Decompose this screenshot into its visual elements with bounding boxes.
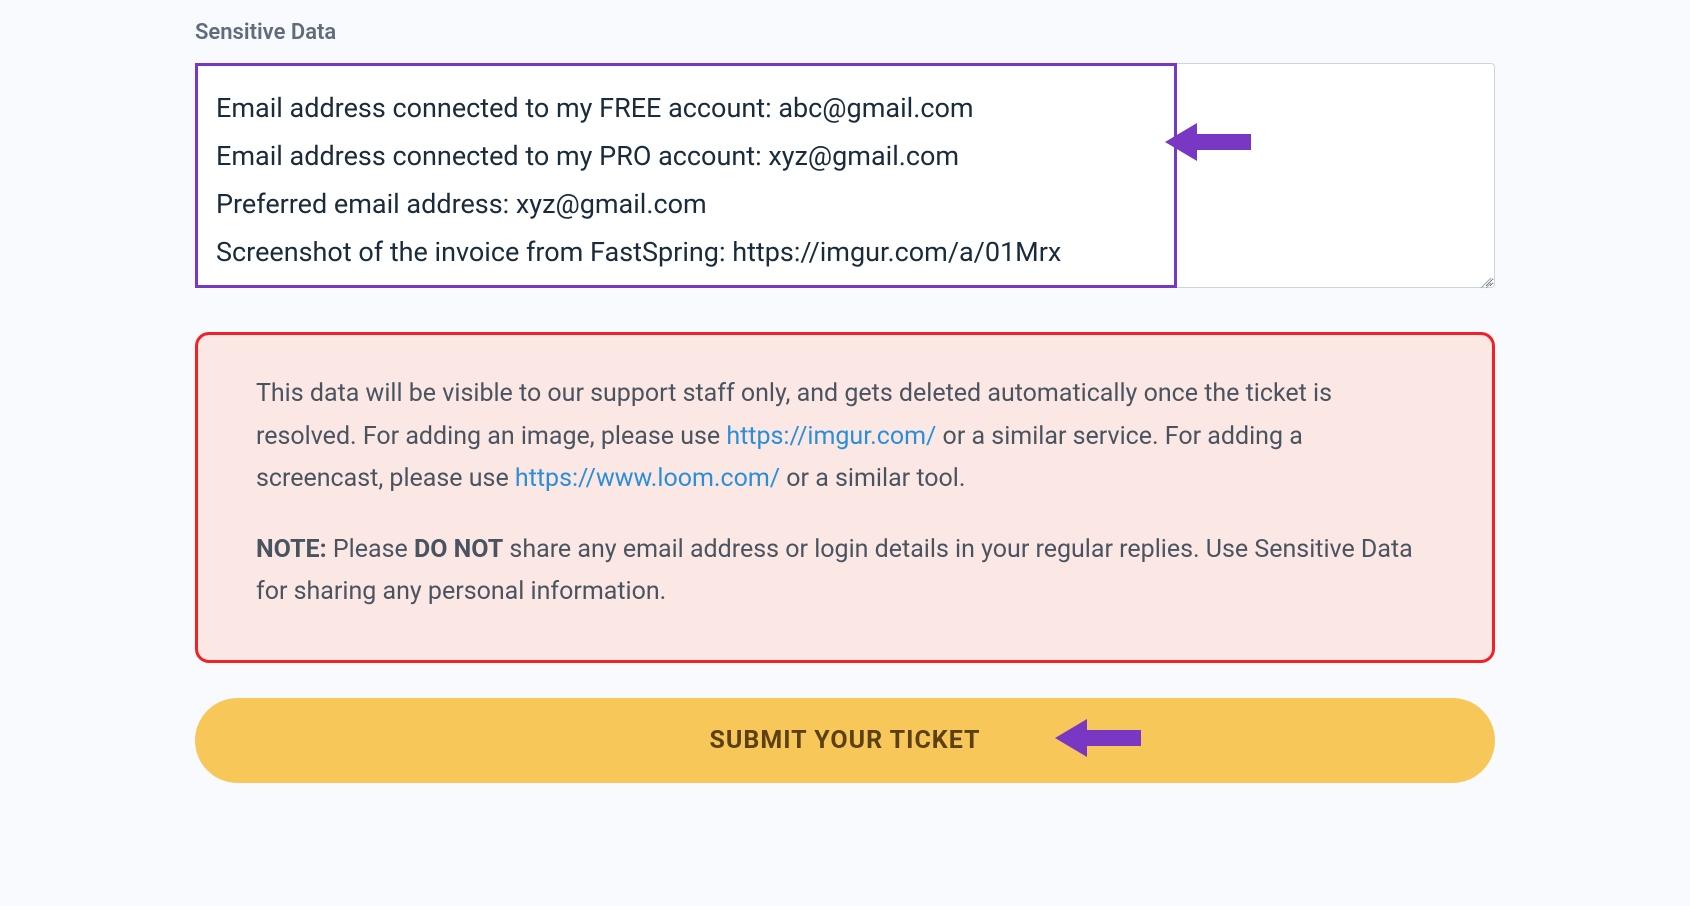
- warning-text-span: Please: [327, 535, 414, 564]
- textarea-wrapper: Email address connected to my FREE accou…: [195, 63, 1495, 292]
- warning-box: This data will be visible to our support…: [195, 332, 1495, 663]
- note-bold: NOTE:: [256, 535, 327, 564]
- sensitive-data-label: Sensitive Data: [195, 20, 1495, 45]
- warning-paragraph-2: NOTE: Please DO NOT share any email addr…: [256, 529, 1434, 614]
- warning-text-span: or a similar tool.: [780, 464, 965, 493]
- submit-ticket-button[interactable]: SUBMIT YOUR TICKET: [195, 698, 1495, 783]
- loom-link[interactable]: https://www.loom.com/: [515, 464, 780, 493]
- warning-paragraph-1: This data will be visible to our support…: [256, 373, 1434, 501]
- sensitive-data-textarea[interactable]: [195, 63, 1495, 288]
- imgur-link[interactable]: https://imgur.com/: [726, 422, 936, 451]
- submit-wrapper: SUBMIT YOUR TICKET: [195, 698, 1495, 783]
- donot-bold: DO NOT: [414, 535, 503, 564]
